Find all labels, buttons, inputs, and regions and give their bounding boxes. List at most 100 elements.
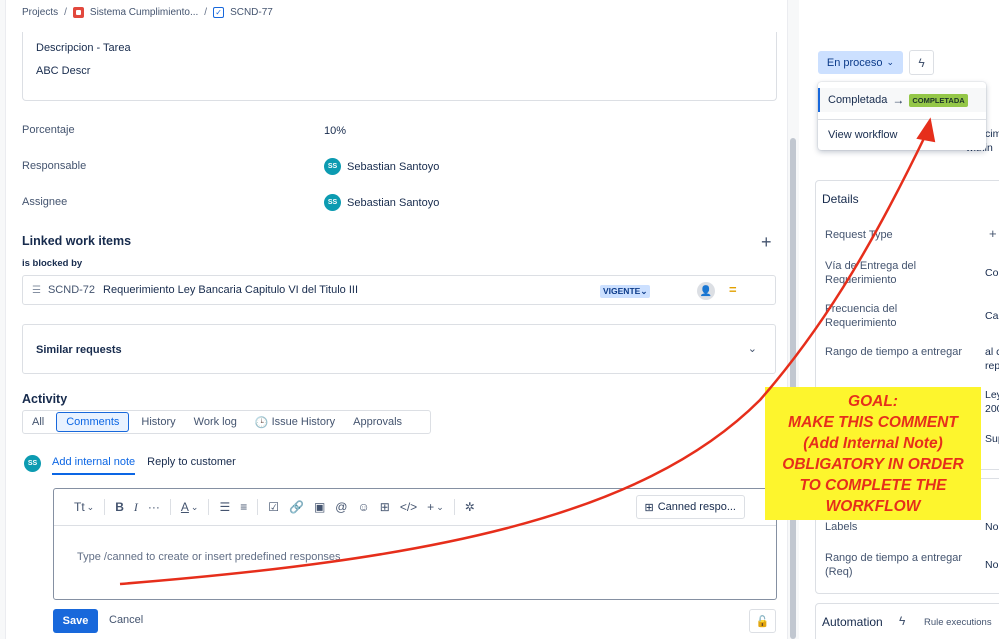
table-icon[interactable]: ⊞ [380, 500, 390, 514]
breadcrumb-issue[interactable]: SCND-77 [230, 7, 273, 18]
linked-item-summary[interactable]: Requerimiento Ley Bancaria Capitulo VI d… [103, 284, 358, 296]
priority-medium-icon: = [729, 282, 737, 297]
detail-value-rango-2: rep [985, 360, 999, 372]
project-icon [72, 7, 84, 18]
canned-responses-label: Canned respo... [657, 501, 736, 513]
transition-menu: Completada → COMPLETADA View workflow [818, 82, 986, 150]
task-icon: ✓ [213, 7, 225, 18]
bold-icon[interactable]: B [115, 500, 124, 514]
save-button[interactable]: Save [53, 609, 98, 633]
tab-comments[interactable]: Comments [56, 412, 130, 432]
chevron-down-icon: ⌄ [886, 57, 895, 67]
detail-value-ley-2: 200 [985, 403, 999, 415]
goal-line: (Add Internal Note) [803, 434, 943, 452]
description-field[interactable]: Descripcion - Tarea ABC Descr [22, 32, 777, 101]
add-internal-note-tab[interactable]: Add internal note [52, 456, 136, 475]
rule-executions-link[interactable]: Rule executions [924, 617, 992, 628]
mention-icon[interactable]: @ [335, 500, 347, 514]
detail-value-labels[interactable]: No [985, 521, 998, 533]
linked-item-key[interactable]: SCND-72 [48, 284, 95, 296]
tab-all[interactable]: All [23, 411, 53, 433]
description-title: Descripcion - Tarea [36, 42, 131, 54]
linked-item-row[interactable]: ☰ SCND-72 Requerimiento Ley Bancaria Cap… [22, 275, 776, 305]
detail-value-sup[interactable]: Sup [985, 433, 999, 445]
goal-annotation: GOAL: MAKE THIS COMMENT (Add Internal No… [765, 387, 981, 520]
code-icon[interactable]: </> [400, 500, 417, 514]
bullet-list-icon[interactable]: ☰ [219, 500, 230, 514]
similar-requests-panel[interactable]: Similar requests ⌄ [22, 324, 776, 374]
field-label-responsable: Responsable [22, 160, 87, 172]
status-dropdown-button[interactable]: En proceso ⌄ [818, 51, 903, 74]
porcentaje-value: 10% [324, 125, 347, 137]
assignee-name: Sebastian Santoyo [347, 196, 440, 209]
goal-line: TO COMPLETE THE [799, 476, 947, 494]
details-title: Details [822, 192, 859, 206]
activity-tabs: All Comments History Work log 🕒 Issue His… [22, 410, 431, 434]
field-value-responsable[interactable]: SS Sebastian Santoyo [324, 158, 439, 175]
menu-divider [818, 119, 986, 120]
tab-work-log[interactable]: Work log [185, 411, 246, 433]
goal-line: OBLIGATORY IN ORDER [782, 455, 964, 473]
commenter-avatar: SS [24, 455, 41, 472]
field-label-porcentaje: Porcentaje [22, 124, 75, 136]
description-value: ABC Descr [36, 65, 91, 77]
linked-relation-label: is blocked by [22, 258, 83, 269]
italic-icon[interactable]: I [134, 500, 138, 515]
lightning-icon: ϟ [899, 614, 906, 628]
add-request-type-icon[interactable]: + [989, 226, 997, 241]
ai-sparkle-icon[interactable]: ✲ [465, 500, 475, 514]
chevron-down-icon[interactable]: ⌄ [748, 342, 757, 355]
chevron-down-icon: ⌄ [640, 286, 648, 296]
emoji-icon[interactable]: ☺ [357, 500, 369, 514]
checkbox-icon[interactable]: ☑ [268, 500, 279, 514]
add-linked-item-icon[interactable]: + [761, 233, 772, 251]
tab-approvals[interactable]: Approvals [344, 411, 411, 433]
detail-label-rango: Rango de tiempo a entregar [825, 346, 962, 358]
insert-plus-icon[interactable]: + ⌄ [427, 500, 444, 514]
breadcrumb-projects[interactable]: Projects [22, 7, 58, 18]
numbered-list-icon[interactable]: ≡ [240, 500, 247, 514]
link-icon[interactable]: 🔗 [289, 500, 304, 514]
detail-value-rango[interactable]: al c [985, 346, 999, 358]
tab-history[interactable]: History [132, 411, 184, 433]
detail-label-frecuencia: Frecuencia del Requerimiento [825, 303, 898, 329]
automation-title: Automation [822, 615, 883, 629]
lock-icon[interactable]: 🔓 [749, 609, 776, 633]
field-label-assignee: Assignee [22, 196, 68, 208]
editor-toolbar: Tt ⌄ B I ··· A ⌄ ☰ ≡ ☑ 🔗 ▣ @ ☺ ⊞ </> + ⌄ ✲ … [54, 489, 776, 526]
detail-label-labels: Labels [825, 521, 858, 533]
avatar: SS [324, 158, 341, 175]
automation-bolt-button[interactable]: ϟ [909, 50, 934, 75]
detail-value-via-entrega[interactable]: Co [985, 267, 998, 279]
field-value-porcentaje[interactable]: 10% [324, 125, 346, 137]
transition-completada[interactable]: Completada → COMPLETADA [818, 88, 986, 112]
detail-value-frecuencia[interactable]: Ca [985, 310, 998, 322]
text-style-label: Tt [74, 500, 85, 514]
canned-responses-button[interactable]: ⊞ Canned respo... [635, 495, 745, 519]
reply-to-customer-tab[interactable]: Reply to customer [147, 456, 236, 475]
view-workflow-item[interactable]: View workflow [828, 129, 898, 141]
linked-items-title: Linked work items [22, 234, 132, 248]
text-color-icon[interactable]: A ⌄ [181, 500, 199, 514]
activity-title: Activity [22, 392, 68, 406]
detail-label-request-type: Request Type [825, 229, 893, 241]
goal-line: MAKE THIS COMMENT [788, 413, 958, 431]
cancel-button[interactable]: Cancel [109, 614, 143, 626]
breadcrumb-project[interactable]: Sistema Cumplimiento... [90, 7, 198, 18]
more-formatting-icon[interactable]: ··· [148, 500, 160, 514]
tab-issue-history[interactable]: 🕒 Issue History [246, 411, 344, 433]
responsable-name: Sebastian Santoyo [347, 160, 440, 173]
toolbar-divider [169, 499, 171, 515]
linked-item-status[interactable]: VIGENTE⌄ [600, 285, 651, 298]
text-style-dropdown[interactable]: Tt ⌄ [74, 500, 94, 514]
canned-plus-icon: ⊞ [644, 501, 654, 514]
status-label: En proceso [826, 56, 883, 69]
image-icon[interactable]: ▣ [314, 500, 325, 514]
detail-value-rango-req[interactable]: No [985, 559, 998, 571]
goal-line: GOAL: [848, 392, 898, 410]
field-value-assignee[interactable]: SS Sebastian Santoyo [324, 194, 439, 211]
toolbar-divider [104, 499, 106, 515]
comment-editor[interactable]: Tt ⌄ B I ··· A ⌄ ☰ ≡ ☑ 🔗 ▣ @ ☺ ⊞ </> + ⌄ ✲ … [53, 488, 777, 600]
detail-value-ley[interactable]: Ley [985, 389, 999, 401]
person-icon[interactable]: 👤 [697, 282, 715, 300]
